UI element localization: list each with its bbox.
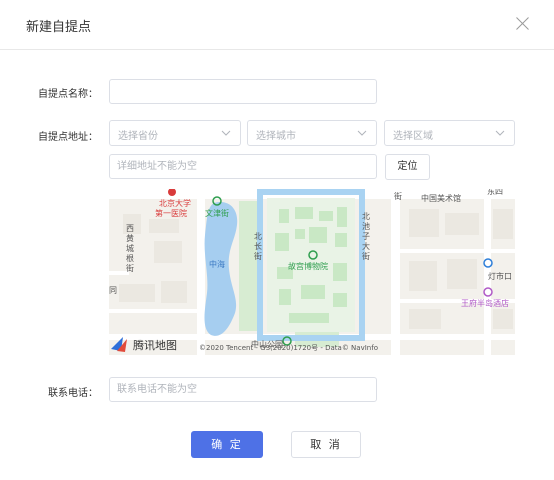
name-input[interactable]: [109, 79, 377, 104]
street-label: 子: [362, 232, 370, 241]
map-logo-text: 腾讯地图: [133, 338, 177, 352]
street-label: 根: [126, 253, 134, 263]
poi-label: 街: [394, 191, 402, 201]
map-canvas[interactable]: 北京大学 第一医院 文津街 中海 故宫博物院 中国美术馆 东四 灯市口 王府半岛…: [109, 189, 515, 355]
name-label: 自提点名称：: [38, 89, 98, 100]
street-label: 北: [254, 232, 262, 241]
poi-label: 中国美术馆: [421, 193, 461, 203]
close-icon[interactable]: [512, 13, 534, 35]
address-label: 自提点地址：: [38, 132, 98, 143]
district-select-placeholder: 选择区域: [393, 131, 433, 142]
poi-label: 同: [109, 286, 117, 295]
cancel-button[interactable]: 取 消: [291, 431, 361, 458]
street-label: 池: [362, 221, 370, 231]
locate-button[interactable]: 定位: [385, 154, 430, 180]
street-label: 街: [254, 251, 262, 261]
chevron-down-icon: [495, 130, 505, 136]
street-label: 城: [126, 244, 134, 253]
street-label: 西: [126, 224, 134, 233]
add-pickup-point-dialog: 新建自提点 自提点名称： 自提点地址： 选择省份 选择城市 选择区域 定位: [0, 0, 554, 480]
province-select-placeholder: 选择省份: [118, 131, 158, 142]
confirm-button[interactable]: 确 定: [191, 431, 263, 458]
poi-label: 北京大学: [159, 198, 191, 208]
street-label: 长: [254, 241, 262, 251]
chevron-down-icon: [221, 130, 231, 136]
province-select[interactable]: 选择省份: [109, 120, 241, 146]
poi-label: 中海: [209, 259, 225, 269]
dialog-header: 新建自提点: [0, 0, 554, 50]
poi-label: 王府半岛酒店: [461, 298, 509, 308]
city-select[interactable]: 选择城市: [247, 120, 377, 146]
street-label: 北: [362, 212, 370, 221]
map-copyright: ©2020 Tencent - GS(2020)1720号 - Data© Na…: [199, 344, 378, 352]
dialog-title: 新建自提点: [26, 20, 92, 35]
detail-address-input[interactable]: [109, 154, 377, 179]
poi-label: 故宫博物院: [288, 261, 328, 271]
poi-label: 东四: [487, 189, 503, 196]
poi-label: 文津街: [205, 208, 229, 218]
street-label: 街: [362, 251, 370, 261]
city-select-placeholder: 选择城市: [256, 131, 296, 142]
phone-input[interactable]: [109, 377, 377, 402]
map-view[interactable]: 北京大学 第一医院 文津街 中海 故宫博物院 中国美术馆 东四 灯市口 王府半岛…: [109, 189, 515, 355]
poi-label: 灯市口: [488, 271, 512, 281]
district-select[interactable]: 选择区域: [384, 120, 515, 146]
street-label: 街: [126, 263, 134, 273]
poi-label: 第一医院: [155, 208, 187, 218]
street-label: 黄: [126, 233, 134, 243]
phone-label: 联系电话：: [48, 388, 98, 399]
chevron-down-icon: [357, 130, 367, 136]
street-label: 大: [362, 241, 370, 251]
